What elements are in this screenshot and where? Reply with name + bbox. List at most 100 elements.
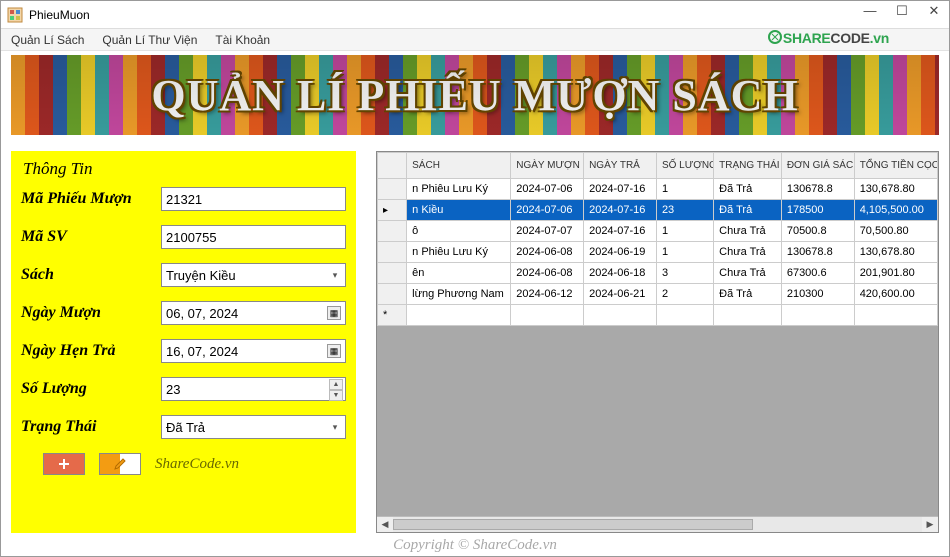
grid-header-sach[interactable]: SÁCH bbox=[407, 153, 511, 179]
table-cell[interactable] bbox=[854, 305, 937, 326]
datepicker-ngay-tra[interactable]: 16, 07, 2024 ▦ bbox=[161, 339, 346, 363]
banner: QUẢN LÍ PHIẾU MƯỢN SÁCH bbox=[11, 55, 939, 135]
table-row[interactable]: ên2024-06-082024-06-183Chưa Trả67300.620… bbox=[378, 263, 938, 284]
table-cell[interactable]: Đã Trả bbox=[714, 179, 782, 200]
grid-header-ngay-muon[interactable]: NGÀY MƯỢN bbox=[511, 153, 584, 179]
table-cell[interactable]: ên bbox=[407, 263, 511, 284]
table-cell[interactable]: 23 bbox=[656, 200, 713, 221]
menu-quan-li-sach[interactable]: Quản Lí Sách bbox=[11, 33, 84, 47]
table-cell[interactable] bbox=[584, 305, 657, 326]
close-button[interactable]: ✕ bbox=[923, 3, 945, 19]
table-cell[interactable] bbox=[781, 305, 854, 326]
table-cell[interactable]: lừng Phương Nam bbox=[407, 284, 511, 305]
row-header[interactable] bbox=[378, 200, 407, 221]
table-cell[interactable]: Chưa Trả bbox=[714, 221, 782, 242]
spinner-icon[interactable]: ▲▼ bbox=[329, 379, 343, 399]
table-cell[interactable] bbox=[714, 305, 782, 326]
minimize-button[interactable]: — bbox=[859, 3, 881, 19]
scroll-thumb[interactable] bbox=[393, 519, 753, 530]
table-cell[interactable]: 420,600.00 bbox=[854, 284, 937, 305]
table-cell[interactable]: 210300 bbox=[781, 284, 854, 305]
label-ma-phieu-muon: Mã Phiếu Mượn bbox=[21, 190, 161, 208]
maximize-button[interactable]: ☐ bbox=[891, 3, 913, 19]
table-row[interactable]: ô2024-07-072024-07-161Chưa Trả70500.870,… bbox=[378, 221, 938, 242]
scroll-right-icon[interactable]: ▶ bbox=[922, 519, 938, 530]
grid-header-so-luong[interactable]: SỐ LƯỢNG bbox=[656, 153, 713, 179]
table-row[interactable]: lừng Phương Nam2024-06-122024-06-212Đã T… bbox=[378, 284, 938, 305]
table-cell[interactable]: 2024-07-16 bbox=[584, 179, 657, 200]
menu-quan-li-thu-vien[interactable]: Quản Lí Thư Viện bbox=[102, 33, 197, 47]
horizontal-scrollbar[interactable]: ◀ ▶ bbox=[377, 516, 938, 532]
datepicker-ngay-muon[interactable]: 06, 07, 2024 ▦ bbox=[161, 301, 346, 325]
table-cell[interactable]: 1 bbox=[656, 221, 713, 242]
table-cell[interactable]: 3 bbox=[656, 263, 713, 284]
select-trang-thai[interactable]: Đã Trả ▾ bbox=[161, 415, 346, 439]
table-cell[interactable]: 130,678.80 bbox=[854, 242, 937, 263]
data-grid[interactable]: SÁCH NGÀY MƯỢN NGÀY TRẢ SỐ LƯỢNG TRẠNG T… bbox=[376, 151, 939, 533]
table-cell[interactable]: 2024-06-19 bbox=[584, 242, 657, 263]
table-cell[interactable]: 130678.8 bbox=[781, 179, 854, 200]
select-sach[interactable]: Truyện Kiều ▾ bbox=[161, 263, 346, 287]
table-row[interactable]: n Phiêu Lưu Ký2024-06-082024-06-191Chưa … bbox=[378, 242, 938, 263]
grid-header-trang-thai[interactable]: TRẠNG THÁI bbox=[714, 153, 782, 179]
table-cell[interactable]: n Kiều bbox=[407, 200, 511, 221]
table-cell[interactable]: 130,678.80 bbox=[854, 179, 937, 200]
chevron-down-icon: ▾ bbox=[327, 266, 343, 284]
table-cell[interactable]: n Phiêu Lưu Ký bbox=[407, 179, 511, 200]
table-cell[interactable]: n Phiêu Lưu Ký bbox=[407, 242, 511, 263]
table-cell[interactable]: 2024-07-06 bbox=[511, 200, 584, 221]
edit-button[interactable] bbox=[99, 453, 141, 475]
table-cell[interactable]: 2024-06-08 bbox=[511, 263, 584, 284]
table-cell[interactable]: 2024-06-18 bbox=[584, 263, 657, 284]
form-panel: Thông Tin Mã Phiếu Mượn 21321 Mã SV 2100… bbox=[11, 151, 356, 533]
row-header[interactable] bbox=[378, 221, 407, 242]
table-new-row[interactable] bbox=[378, 305, 938, 326]
grid-header-ngay-tra[interactable]: NGÀY TRẢ bbox=[584, 153, 657, 179]
table-cell[interactable]: 70500.8 bbox=[781, 221, 854, 242]
table-cell[interactable]: 1 bbox=[656, 242, 713, 263]
grid-header-don-gia[interactable]: ĐƠN GIÁ SÁCH bbox=[781, 153, 854, 179]
scroll-left-icon[interactable]: ◀ bbox=[377, 519, 393, 530]
row-header[interactable] bbox=[378, 179, 407, 200]
table-cell[interactable] bbox=[656, 305, 713, 326]
table-cell[interactable]: 2024-07-06 bbox=[511, 179, 584, 200]
table-cell[interactable]: 2024-06-12 bbox=[511, 284, 584, 305]
table-cell[interactable] bbox=[407, 305, 511, 326]
table-cell[interactable]: 2024-07-16 bbox=[584, 221, 657, 242]
grid-header-rowselector bbox=[378, 153, 407, 179]
table-cell[interactable]: 2024-07-07 bbox=[511, 221, 584, 242]
chevron-down-icon: ▾ bbox=[327, 418, 343, 436]
table-cell[interactable]: 2024-07-16 bbox=[584, 200, 657, 221]
label-ma-sv: Mã SV bbox=[21, 228, 161, 246]
input-ma-sv[interactable]: 2100755 bbox=[161, 225, 346, 249]
table-cell[interactable]: 70,500.80 bbox=[854, 221, 937, 242]
table-cell[interactable] bbox=[511, 305, 584, 326]
row-header[interactable] bbox=[378, 305, 407, 326]
table-cell[interactable]: 2 bbox=[656, 284, 713, 305]
table-row[interactable]: n Phiêu Lưu Ký2024-07-062024-07-161Đã Tr… bbox=[378, 179, 938, 200]
table-cell[interactable]: Đã Trả bbox=[714, 284, 782, 305]
input-so-luong[interactable]: 23 ▲▼ bbox=[161, 377, 346, 401]
table-row[interactable]: n Kiều2024-07-062024-07-1623Đã Trả178500… bbox=[378, 200, 938, 221]
table-cell[interactable]: 1 bbox=[656, 179, 713, 200]
table-cell[interactable]: 178500 bbox=[781, 200, 854, 221]
table-cell[interactable]: 201,901.80 bbox=[854, 263, 937, 284]
table-cell[interactable]: 67300.6 bbox=[781, 263, 854, 284]
input-ma-phieu-muon[interactable]: 21321 bbox=[161, 187, 346, 211]
table-cell[interactable]: 4,105,500.00 bbox=[854, 200, 937, 221]
row-header[interactable] bbox=[378, 263, 407, 284]
add-button[interactable] bbox=[43, 453, 85, 475]
table-cell[interactable]: 2024-06-21 bbox=[584, 284, 657, 305]
table-cell[interactable]: 2024-06-08 bbox=[511, 242, 584, 263]
label-so-luong: Số Lượng bbox=[21, 380, 161, 398]
table-cell[interactable]: ô bbox=[407, 221, 511, 242]
sharecode-logo: SHARECODE.vn bbox=[767, 29, 889, 46]
table-cell[interactable]: Chưa Trả bbox=[714, 263, 782, 284]
table-cell[interactable]: Chưa Trả bbox=[714, 242, 782, 263]
row-header[interactable] bbox=[378, 284, 407, 305]
table-cell[interactable]: 130678.8 bbox=[781, 242, 854, 263]
grid-header-tong-tien[interactable]: TỔNG TIỀN CỌC bbox=[854, 153, 937, 179]
menu-tai-khoan[interactable]: Tài Khoản bbox=[215, 33, 270, 47]
row-header[interactable] bbox=[378, 242, 407, 263]
table-cell[interactable]: Đã Trả bbox=[714, 200, 782, 221]
